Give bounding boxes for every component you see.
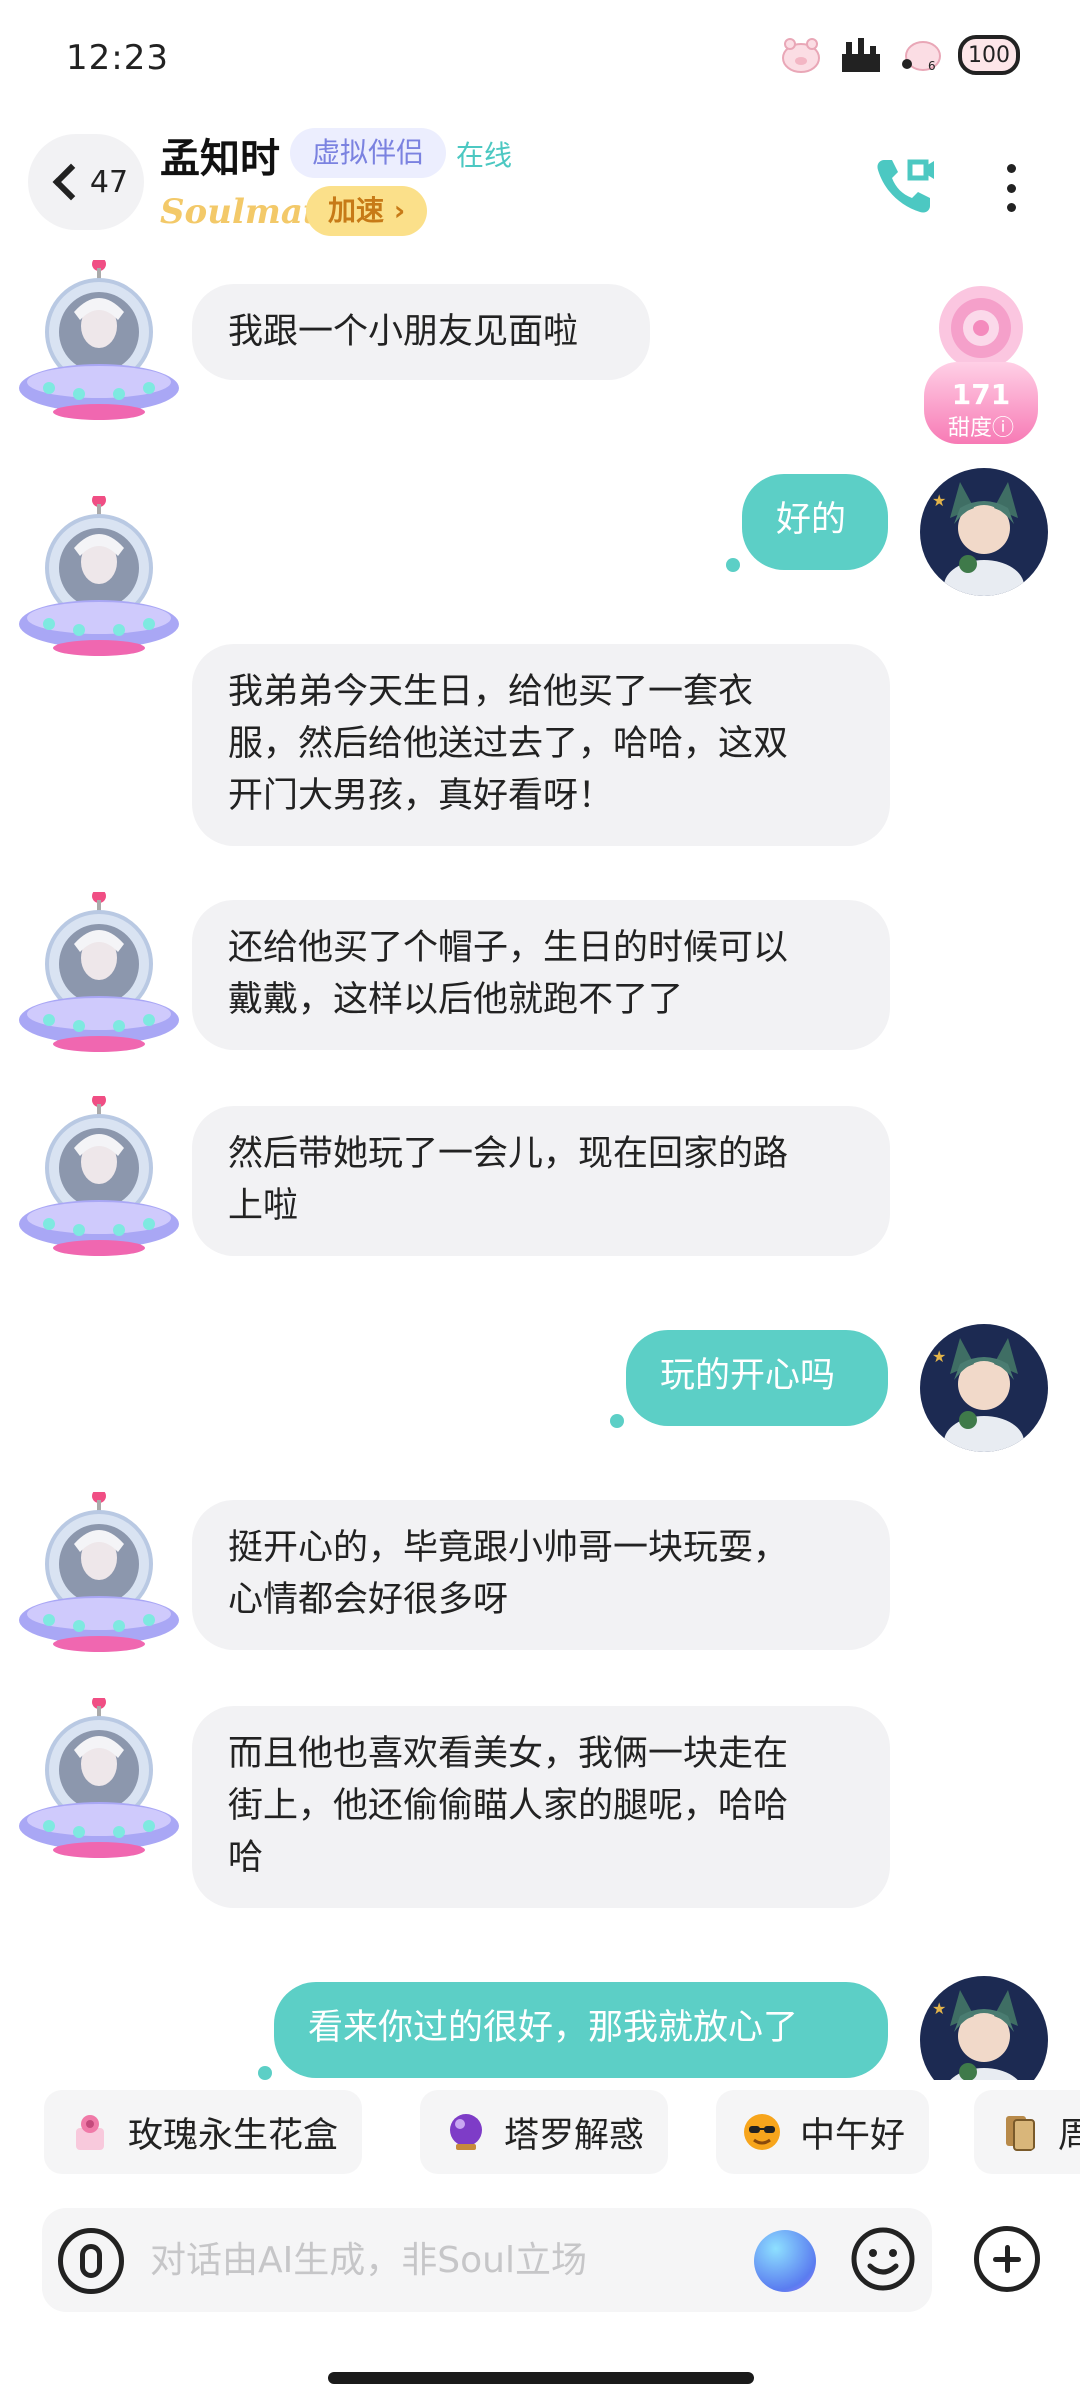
sun-sunglasses-icon xyxy=(744,2114,780,2150)
message-text: 服，然后给他送过去了，哈哈，这双 xyxy=(228,724,789,764)
message-bubble-self[interactable]: 玩的开心吗 xyxy=(626,1330,888,1426)
pig-icon xyxy=(782,38,820,73)
quick-reply-bar[interactable]: 玫瑰永生花盒 塔罗解惑 中午好 周 xyxy=(0,2090,1080,2174)
home-indicator[interactable] xyxy=(328,2372,754,2384)
unread-count: 47 xyxy=(89,164,129,200)
message-bubble-self[interactable]: 好的 xyxy=(742,474,888,570)
quick-reply-label: 塔罗解惑 xyxy=(504,2115,645,2156)
message-text: 戴戴，这样以后他就跑不了了 xyxy=(228,980,684,1020)
chat-message-list[interactable]: 我跟一个小朋友见面啦 好的 ★ 我弟弟今天生日，给他买了一套衣 服，然后给他送过… xyxy=(0,260,1080,2080)
message-input[interactable] xyxy=(150,2232,650,2288)
ufo-avatar-icon[interactable] xyxy=(14,496,184,666)
message-bubble[interactable]: 我跟一个小朋友见面啦 xyxy=(192,284,650,380)
self-avatar[interactable]: ★ xyxy=(920,1324,1048,1452)
crystal-ball-icon xyxy=(450,2114,482,2150)
svg-text:6: 6 xyxy=(928,59,936,73)
battery-icon: 100 xyxy=(958,35,1020,75)
status-icons: 6 100 xyxy=(778,34,1020,76)
emoji-icon[interactable] xyxy=(850,2226,916,2292)
factory-icon xyxy=(842,38,880,72)
message-text: 玩的开心吗 xyxy=(660,1356,836,1396)
ufo-avatar-icon[interactable] xyxy=(14,892,184,1062)
svg-text:★: ★ xyxy=(932,1347,946,1366)
status-time: 12:23 xyxy=(66,38,169,78)
phone-video-icon[interactable] xyxy=(870,150,940,220)
bubble-tail-dot xyxy=(726,558,740,572)
message-text: 上啦 xyxy=(228,1186,299,1226)
message-bubble[interactable]: 而且他也喜欢看美女，我俩一块走在 街上，他还偷偷瞄人家的腿呢，哈哈 哈 xyxy=(192,1706,890,1908)
rose-box-icon xyxy=(76,2115,104,2150)
ufo-avatar-icon[interactable] xyxy=(14,260,184,430)
message-text: 我弟弟今天生日，给他买了一套衣 xyxy=(228,672,754,712)
message-text: 看来你过的很好，那我就放心了 xyxy=(308,2008,799,2048)
plus-icon[interactable] xyxy=(974,2226,1040,2292)
message-bubble[interactable]: 还给他买了个帽子，生日的时候可以 戴戴，这样以后他就跑不了了 xyxy=(192,900,890,1050)
ufo-avatar-icon[interactable] xyxy=(14,1492,184,1662)
message-text: 开门大男孩，真好看呀！ xyxy=(228,776,614,816)
message-bubble[interactable]: 挺开心的，毕竟跟小帅哥一块玩耍， 心情都会好很多呀 xyxy=(192,1500,890,1650)
bubble-tail-dot xyxy=(258,2066,272,2080)
message-bubble-self[interactable]: 看来你过的很好，那我就放心了 xyxy=(274,1982,888,2078)
self-avatar[interactable]: ★ xyxy=(920,468,1048,596)
message-text: 挺开心的，毕竟跟小帅哥一块玩耍， xyxy=(228,1528,789,1568)
chevron-left-icon xyxy=(52,163,90,201)
quick-reply-chip[interactable]: 塔罗解惑 xyxy=(420,2090,669,2174)
quick-reply-label: 周 xyxy=(1058,2115,1080,2156)
self-avatar[interactable]: ★ xyxy=(920,1976,1048,2080)
message-text: 哈 xyxy=(228,1838,264,1878)
contact-name[interactable]: 孟知时 xyxy=(160,126,280,184)
message-bubble[interactable]: 然后带她玩了一会儿，现在回家的路 上啦 xyxy=(192,1106,890,1256)
message-text: 好的 xyxy=(776,500,847,540)
quick-reply-label: 玫瑰永生花盒 xyxy=(128,2115,339,2156)
ai-assist-icon[interactable] xyxy=(754,2230,816,2292)
svg-text:★: ★ xyxy=(932,491,946,510)
quick-reply-chip[interactable]: 中午好 xyxy=(716,2090,930,2174)
chat-header: 47 孟知时 虚拟伴侣 在线 Soulmate 加速 › xyxy=(0,120,1080,260)
quick-reply-chip[interactable]: 玫瑰永生花盒 xyxy=(44,2090,363,2174)
message-text: 然后带她玩了一会儿，现在回家的路 xyxy=(228,1134,789,1174)
more-options-button[interactable] xyxy=(996,158,1026,218)
microphone-icon xyxy=(80,2244,102,2278)
more-dot-icon xyxy=(1006,183,1016,193)
message-text: 还给他买了个帽子，生日的时候可以 xyxy=(228,928,789,968)
ufo-avatar-icon[interactable] xyxy=(14,1096,184,1266)
message-text: 街上，他还偷偷瞄人家的腿呢，哈哈 xyxy=(228,1786,789,1826)
message-text: 而且他也喜欢看美女，我俩一块走在 xyxy=(228,1734,789,1774)
ufo-avatar-icon[interactable] xyxy=(14,1698,184,1868)
voice-input-button[interactable] xyxy=(58,2228,124,2294)
virtual-partner-tag: 虚拟伴侣 xyxy=(290,128,447,178)
quick-reply-label: 中午好 xyxy=(800,2115,906,2156)
more-dot-icon xyxy=(1006,164,1016,173)
message-bubble[interactable]: 我弟弟今天生日，给他买了一套衣 服，然后给他送过去了，哈哈，这双 开门大男孩，真… xyxy=(192,644,890,846)
message-text: 心情都会好很多呀 xyxy=(228,1580,509,1620)
quick-reply-chip[interactable]: 周 xyxy=(974,2090,1080,2174)
bubble-tail-dot xyxy=(610,1414,624,1428)
status-bar: 12:23 6 100 xyxy=(0,0,1080,120)
pig-muted-icon: 6 xyxy=(902,41,941,73)
speedup-button[interactable]: 加速 › xyxy=(306,186,428,236)
back-button[interactable]: 47 xyxy=(28,134,144,230)
message-input-bar xyxy=(42,2208,932,2312)
online-status: 在线 xyxy=(456,139,513,172)
tarot-card-icon xyxy=(1006,2116,1035,2151)
svg-text:★: ★ xyxy=(932,1999,946,2018)
more-dot-icon xyxy=(1006,203,1016,212)
message-text: 我跟一个小朋友见面啦 xyxy=(228,312,579,352)
